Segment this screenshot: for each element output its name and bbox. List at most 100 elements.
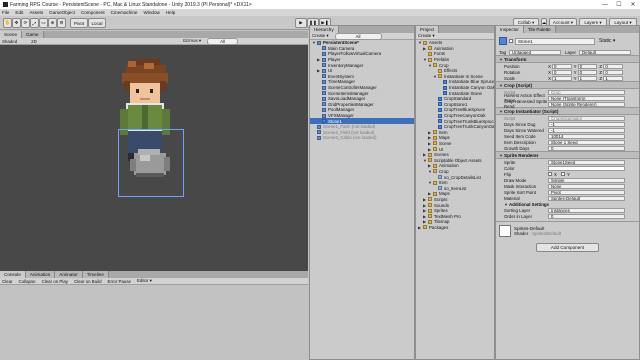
play-button[interactable]: ▶: [295, 18, 307, 28]
menu-assets[interactable]: Assets: [29, 10, 43, 15]
order-field[interactable]: 0: [548, 213, 625, 219]
tab-tile-palette[interactable]: Tile Palette: [523, 26, 556, 33]
add-component-button[interactable]: Add Component: [535, 243, 600, 252]
flip-y-checkbox[interactable]: [560, 172, 565, 176]
sprite-renderer-header[interactable]: ▼ Sprite Renderer: [496, 151, 639, 159]
crop-instantiator-header[interactable]: ▼ Crop Instantiator (Script): [496, 107, 639, 115]
clear-on-build-button[interactable]: Clear on Build: [74, 279, 102, 284]
tab-scene[interactable]: Scene: [0, 31, 23, 38]
rect-tool-button[interactable]: ▭: [39, 18, 48, 28]
project-item-label: Instantiate Canyon Oak: [449, 85, 494, 91]
project-item-label: so_ItemList: [444, 185, 467, 191]
menu-file[interactable]: File: [2, 10, 9, 15]
gizmos-dropdown[interactable]: Gizmos ▾: [183, 38, 201, 44]
tab-console[interactable]: Console: [0, 271, 26, 278]
2d-toggle[interactable]: 2D: [31, 39, 37, 44]
tab-project[interactable]: Project: [416, 26, 440, 33]
hand-tool-button[interactable]: ✋: [3, 18, 12, 28]
shader-dropdown[interactable]: Sprites/Default: [532, 231, 561, 236]
scene-tabs: Scene Game: [0, 31, 308, 38]
object-name-field[interactable]: Stone1: [515, 37, 595, 45]
harvest-effect-field[interactable]: None (Transform): [548, 95, 625, 101]
material-field[interactable]: Sprites-Default: [548, 195, 625, 201]
pivot-toggle[interactable]: Pivot: [70, 18, 88, 28]
tab-animator[interactable]: Animator: [55, 271, 83, 278]
custom-tool-button[interactable]: ⚙: [57, 18, 66, 28]
harvested-sprite-field[interactable]: None (Sprite Renderer): [548, 101, 625, 107]
position-y[interactable]: 0: [577, 63, 598, 69]
growth-days-field[interactable]: 0: [548, 145, 625, 151]
project-item-label: Sprites: [434, 208, 448, 214]
tab-hierarchy[interactable]: Hierarchy: [310, 26, 339, 33]
menu-window[interactable]: Window: [143, 10, 159, 15]
days-since-dug-field[interactable]: -1: [548, 121, 625, 127]
days-since-watered-field[interactable]: -1: [548, 127, 625, 133]
folder-icon: [428, 197, 432, 202]
error-pause-button[interactable]: Error Pause: [108, 279, 131, 284]
project-create-dropdown[interactable]: Create ▾: [418, 33, 435, 39]
scene-search[interactable]: All: [207, 37, 238, 45]
days-since-dug-label: Days Since Dug: [504, 121, 536, 127]
project-item-label: Fonts: [434, 51, 445, 57]
order-row: Order in Layer 0: [496, 213, 639, 219]
scene-toolbar: Shaded 2D Gizmos ▾ All: [0, 37, 308, 45]
crop-script-field: Crop: [548, 89, 625, 95]
folder-icon: [428, 219, 432, 224]
clear-on-play-button[interactable]: Clear on Play: [42, 279, 68, 284]
item-description-field[interactable]: Stone 1 Seed: [548, 139, 625, 145]
sprite-field[interactable]: Stone1Seed: [548, 159, 625, 165]
scale-z[interactable]: 1: [603, 75, 624, 81]
scene-viewport[interactable]: [0, 45, 308, 271]
flip-x-checkbox[interactable]: [548, 172, 552, 176]
rotation-x[interactable]: 0: [552, 69, 572, 75]
transform-tool-button[interactable]: ⊕: [48, 18, 57, 28]
mask-dropdown[interactable]: None: [548, 183, 625, 189]
tab-timeline[interactable]: Timeline: [82, 271, 109, 278]
tab-animation[interactable]: Animation: [25, 271, 56, 278]
scale-y[interactable]: 1: [577, 75, 598, 81]
editor-dropdown[interactable]: Editor ▾: [137, 278, 152, 284]
position-x[interactable]: 0: [552, 63, 572, 69]
draw-mode-dropdown[interactable]: Simple: [548, 177, 625, 183]
rotate-tool-button[interactable]: ⟳: [21, 18, 30, 28]
seed-item-code-field[interactable]: 10014: [548, 133, 625, 139]
gameobject-icon: [322, 107, 326, 112]
layer-dropdown[interactable]: Default: [579, 49, 631, 55]
shading-dropdown[interactable]: Shaded: [2, 39, 17, 44]
menu-component[interactable]: Component: [81, 10, 105, 15]
project-item-label: CropTreeBlueSpruce: [444, 107, 486, 113]
menu-gameobject[interactable]: GameObject: [49, 10, 75, 15]
order-label: Order in Layer: [504, 213, 533, 219]
mask-row: Mask Interaction None: [496, 183, 639, 189]
position-z[interactable]: 0: [603, 63, 624, 69]
menu-help[interactable]: Help: [166, 10, 175, 15]
rotation-z[interactable]: 0: [603, 69, 624, 75]
menu-edit[interactable]: Edit: [15, 10, 23, 15]
static-toggle[interactable]: Static ▾: [599, 38, 615, 44]
color-swatch[interactable]: [548, 165, 625, 171]
close-button[interactable]: ✕: [626, 0, 640, 9]
project-item[interactable]: ▶ Packages: [416, 225, 494, 231]
tab-game[interactable]: Game: [22, 31, 44, 38]
crop-script-header[interactable]: ▼ Crop (Script): [496, 81, 639, 89]
move-tool-button[interactable]: ✥: [12, 18, 21, 28]
active-checkbox[interactable]: [509, 39, 513, 43]
local-toggle[interactable]: Local: [88, 18, 106, 28]
prefab-icon: [438, 119, 442, 124]
sorting-layer-dropdown[interactable]: Instances: [548, 207, 625, 213]
rotation-y[interactable]: 0: [577, 69, 598, 75]
hierarchy-search[interactable]: All: [334, 32, 382, 40]
clear-button[interactable]: Clear: [2, 279, 13, 284]
transform-header[interactable]: ▼ Transform: [496, 55, 639, 63]
tab-inspector[interactable]: Inspector: [496, 26, 524, 33]
tag-dropdown[interactable]: Untagged: [509, 49, 561, 55]
hierarchy-item[interactable]: Scene3_Cabin (not loaded): [310, 135, 414, 141]
sort-point-dropdown[interactable]: Pivot: [548, 189, 625, 195]
collapse-button[interactable]: Collapse: [19, 279, 36, 284]
hierarchy-create-dropdown[interactable]: Create ▾: [312, 33, 329, 39]
scale-tool-button[interactable]: ⤢: [30, 18, 39, 28]
maximize-button[interactable]: ☐: [612, 0, 626, 9]
menu-cinemachine[interactable]: Cinemachine: [111, 10, 138, 15]
minimize-button[interactable]: —: [598, 0, 612, 9]
scale-x[interactable]: 1: [552, 75, 572, 81]
